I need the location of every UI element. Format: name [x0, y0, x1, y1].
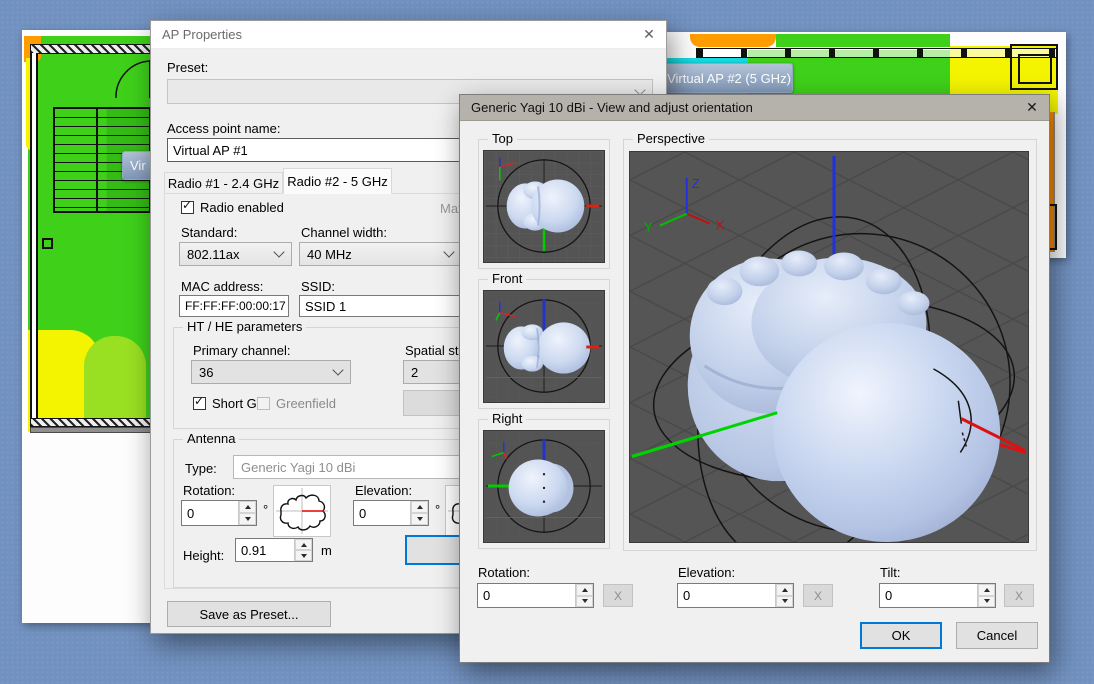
chevron-down-icon [273, 246, 284, 257]
svg-text:X: X [716, 218, 725, 233]
checkmark-icon: ✓ [182, 198, 192, 212]
elevation-label: Elevation: [678, 565, 735, 580]
height-label: Height: [183, 548, 224, 563]
spinner-down-icon[interactable] [776, 596, 793, 608]
elevation-spinner[interactable]: 0 [677, 583, 794, 608]
rotation-reset-button[interactable]: X [603, 584, 633, 607]
height-spinner[interactable]: 0.91 [235, 538, 313, 562]
tilt-reset-button[interactable]: X [1004, 584, 1034, 607]
ssid-label: SSID: [301, 279, 335, 294]
right-view-3d[interactable] [483, 430, 605, 543]
rotation-label: Rotation: [478, 565, 530, 580]
close-icon[interactable]: ✕ [632, 21, 666, 48]
spinner-up-icon[interactable] [576, 584, 593, 596]
standard-label: Standard: [181, 225, 237, 240]
channel-width-combobox[interactable]: 40 MHz [299, 242, 462, 266]
ap-dialog-title: AP Properties [162, 27, 632, 42]
heatmap-green-sliver-top [776, 34, 950, 47]
spinner-up-icon[interactable] [978, 584, 995, 596]
spinner-down-icon[interactable] [239, 513, 256, 525]
ok-button[interactable]: OK [860, 622, 942, 649]
save-as-preset-button[interactable]: Save as Preset... [167, 601, 331, 627]
elevation-reset-button[interactable]: X [803, 584, 833, 607]
spinner-down-icon[interactable] [295, 550, 312, 561]
wall-corner-frame-inner [1018, 54, 1052, 84]
rotation-pattern-preview [273, 485, 331, 537]
column-marker [42, 238, 53, 249]
ap-label-virtual-ap-2[interactable]: Virtual AP #2 (5 GHz) [665, 63, 793, 93]
door-swing-icon [114, 58, 152, 100]
svg-text:Z: Z [692, 176, 700, 191]
elevation-degree-unit: ° [435, 502, 440, 517]
tab-radio-1[interactable]: Radio #1 - 2.4 GHz [164, 172, 283, 194]
spinner-up-icon[interactable] [239, 501, 256, 513]
wall-with-posts [696, 48, 1058, 58]
radio-enabled-checkbox[interactable]: ✓ Radio enabled [181, 200, 284, 215]
spinner-up-icon[interactable] [411, 501, 428, 513]
chevron-down-icon [332, 364, 343, 375]
tilt-label: Tilt: [880, 565, 900, 580]
mac-input[interactable]: FF:FF:FF:00:00:17 [179, 295, 289, 317]
rotation-degree-unit: ° [263, 502, 268, 517]
front-view-3d[interactable] [483, 290, 605, 403]
chevron-down-icon [443, 246, 454, 257]
height-unit: m [321, 543, 332, 558]
close-icon[interactable]: ✕ [1015, 95, 1049, 120]
short-gi-checkbox[interactable]: ✓ Short GI [193, 396, 260, 411]
heatmap-orange-blob-top [690, 34, 776, 47]
top-view-3d[interactable] [483, 150, 605, 263]
perspective-view-3d[interactable]: Z X Y [629, 151, 1029, 543]
rotation-label: Rotation: [183, 483, 235, 498]
elevation-label: Elevation: [355, 483, 412, 498]
svg-text:Y: Y [644, 220, 653, 235]
elevation-spinner[interactable]: 0 [353, 500, 429, 526]
primary-channel-label: Primary channel: [193, 343, 291, 358]
mac-label: MAC address: [181, 279, 263, 294]
greenfield-checkbox[interactable]: Greenfield [257, 396, 336, 411]
tab-radio-2[interactable]: Radio #2 - 5 GHz [283, 168, 392, 194]
ap-dialog-titlebar: AP Properties ✕ [151, 21, 666, 49]
ap-name-label: Access point name: [167, 121, 280, 136]
spinner-up-icon[interactable] [295, 539, 312, 550]
spinner-up-icon[interactable] [776, 584, 793, 596]
orientation-dialog-title: Generic Yagi 10 dBi - View and adjust or… [471, 100, 1015, 115]
rotation-spinner[interactable]: 0 [477, 583, 594, 608]
preset-label: Preset: [167, 60, 208, 75]
spinner-down-icon[interactable] [978, 596, 995, 608]
spinner-down-icon[interactable] [576, 596, 593, 608]
orientation-dialog: Generic Yagi 10 dBi - View and adjust or… [459, 94, 1050, 663]
checkmark-icon: ✓ [194, 394, 204, 408]
spinner-down-icon[interactable] [411, 513, 428, 525]
cancel-button[interactable]: Cancel [956, 622, 1038, 649]
wall-left [30, 53, 38, 432]
tilt-spinner[interactable]: 0 [879, 583, 996, 608]
antenna-type-label: Type: [185, 461, 217, 476]
standard-combobox[interactable]: 802.11ax [179, 242, 292, 266]
primary-channel-combobox[interactable]: 36 [191, 360, 351, 384]
rotation-spinner[interactable]: 0 [181, 500, 257, 526]
orientation-dialog-titlebar: Generic Yagi 10 dBi - View and adjust or… [460, 95, 1049, 121]
desktop: Vir Virtual AP #2 (5 GHz) AP Properties … [0, 0, 1094, 684]
channel-width-label: Channel width: [301, 225, 387, 240]
ssid-input[interactable]: SSID 1 [299, 295, 471, 317]
